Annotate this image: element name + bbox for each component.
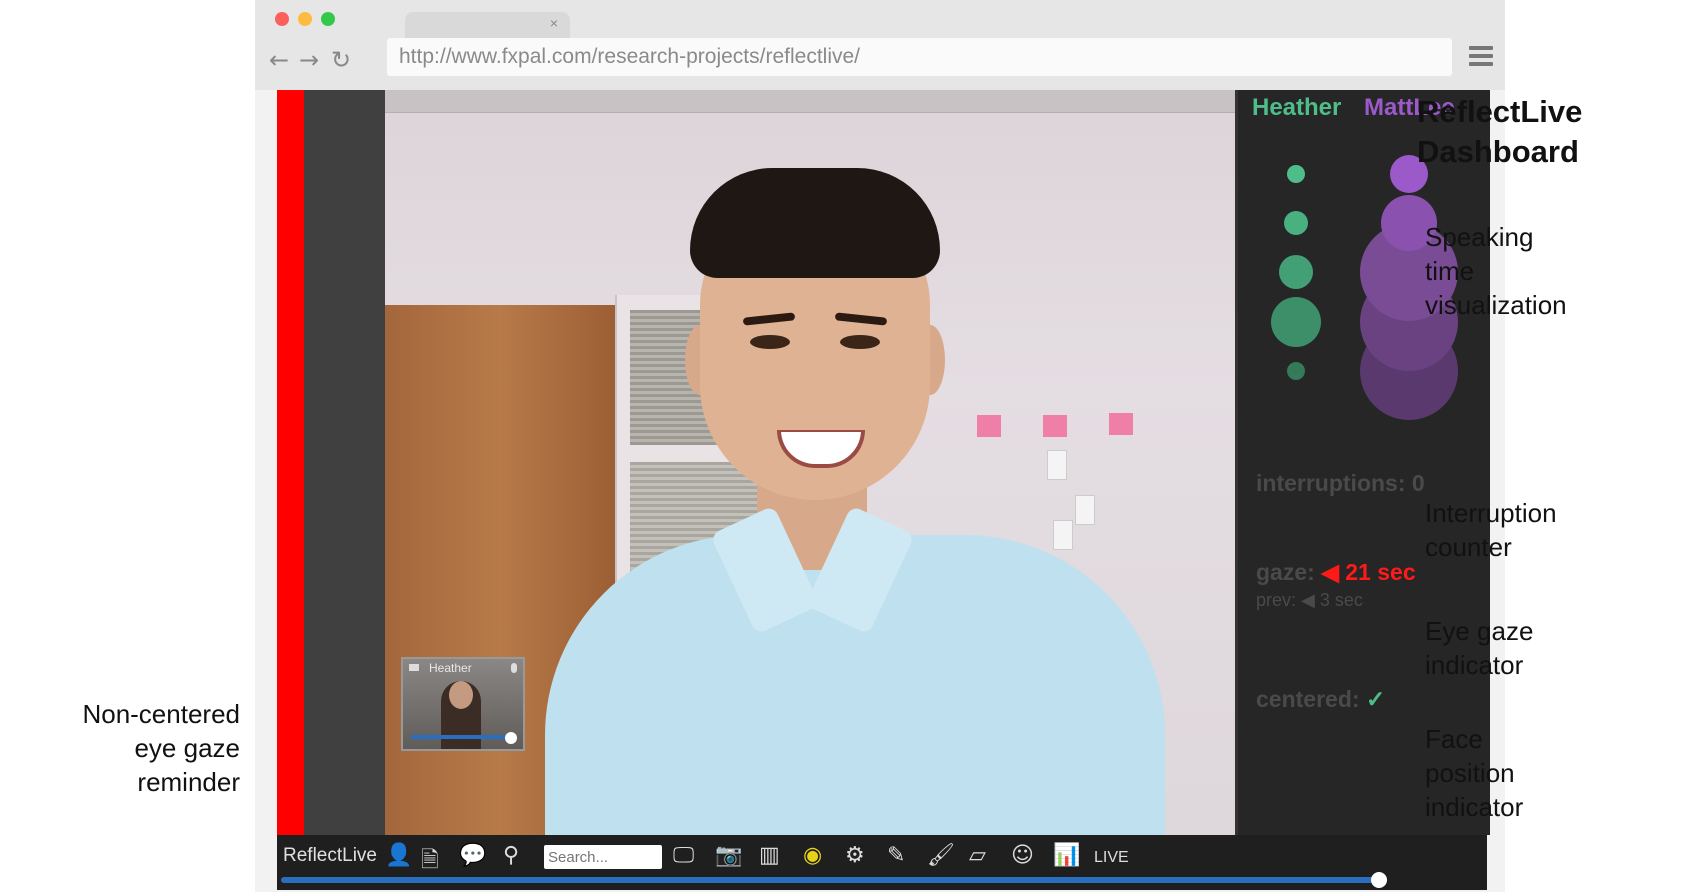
search-input[interactable] <box>544 845 662 869</box>
seek-bar-knob[interactable] <box>1371 872 1387 888</box>
volume-slider-knob[interactable] <box>505 732 517 744</box>
non-centered-gaze-reminder-bar <box>277 90 304 835</box>
pencil-icon[interactable]: ✎ <box>887 843 905 868</box>
annotation-face-position: Face position indicator <box>1425 724 1524 822</box>
checkmark-icon: ✓ <box>1365 686 1386 712</box>
tab-close-icon[interactable]: × <box>550 15 558 31</box>
url-bar[interactable]: http://www.fxpal.com/research-projects/r… <box>387 38 1452 76</box>
annotation-title: ReflectLive Dashboard <box>1417 94 1583 169</box>
chart-icon[interactable]: 📊 <box>1053 843 1080 868</box>
reload-icon[interactable]: ↻ <box>331 46 351 74</box>
search-icon[interactable]: ⚲ <box>503 843 519 868</box>
annotation-eye-gaze: Eye gaze indicator <box>1425 616 1534 680</box>
volume-slider[interactable] <box>411 735 511 739</box>
interruption-counter: interruptions: 0 <box>1256 470 1425 496</box>
previous-gaze: prev: ◀ 3 sec <box>1256 590 1363 610</box>
seek-bar[interactable] <box>281 877 1381 883</box>
maximize-window-button[interactable] <box>321 12 335 26</box>
eye-gaze-indicator: gaze: ◀ 21 sec <box>1256 559 1416 585</box>
document-icon[interactable]: 🗎 <box>421 843 439 881</box>
app-brand: ReflectLive <box>283 845 377 866</box>
video-camera-icon[interactable] <box>409 664 419 671</box>
chat-icon[interactable]: 💬 <box>459 843 486 868</box>
live-button[interactable]: LIVE <box>1094 849 1129 867</box>
hamburger-menu-icon[interactable] <box>1469 46 1493 68</box>
remote-video: Heather <box>385 90 1235 835</box>
participant-name-heather: Heather <box>1252 94 1342 121</box>
bottom-toolbar: ReflectLive 👤 🗎 💬 ⚲ 🖵 📷 ▥ ◉ ⚙ ✎ 🖌 ▱ ☺ 📊 … <box>277 835 1487 890</box>
speaking-bubble <box>1287 362 1305 380</box>
reflectlive-app: Heather Heather MattLee interruptions: 0… <box>277 90 1490 890</box>
browser-window: × ← → ↻ http://www.fxpal.com/research-pr… <box>255 0 1505 892</box>
eraser-icon[interactable]: ▱ <box>969 843 986 868</box>
brush-icon[interactable]: 🖌 <box>927 843 955 868</box>
minimize-window-button[interactable] <box>298 12 312 26</box>
camera-icon[interactable]: 📷 <box>715 843 742 868</box>
annotation-interruption: Interruption counter <box>1425 498 1557 562</box>
speaking-bubble <box>1279 255 1313 289</box>
microphone-icon[interactable] <box>511 663 517 673</box>
person-icon[interactable]: 👤 <box>385 843 412 868</box>
record-icon[interactable]: ◉ <box>803 843 822 868</box>
smiley-icon[interactable]: ☺ <box>1011 843 1034 868</box>
browser-tab[interactable]: × <box>405 12 570 38</box>
speaking-bubble <box>1284 211 1308 235</box>
barcode-icon[interactable]: ▥ <box>759 843 780 868</box>
back-icon[interactable]: ← <box>269 46 289 74</box>
speaking-bubble <box>1271 297 1321 347</box>
annotation-speaking-time: Speaking time visualization <box>1425 222 1567 320</box>
settings-icon[interactable]: ⚙ <box>845 843 865 868</box>
navigation-bar: ← → ↻ http://www.fxpal.com/research-proj… <box>255 38 1505 90</box>
annotation-non-centered: Non-centered eye gaze reminder <box>82 699 240 797</box>
face-position-indicator: centered: ✓ <box>1256 686 1386 712</box>
forward-icon[interactable]: → <box>299 46 319 74</box>
self-view-thumbnail[interactable]: Heather <box>401 657 525 751</box>
speaking-bubble <box>1287 165 1305 183</box>
monitor-icon[interactable]: 🖵 <box>673 843 694 868</box>
close-window-button[interactable] <box>275 12 289 26</box>
left-panel <box>304 90 385 835</box>
title-bar: × <box>255 0 1505 38</box>
thumbnail-name: Heather <box>429 661 472 675</box>
